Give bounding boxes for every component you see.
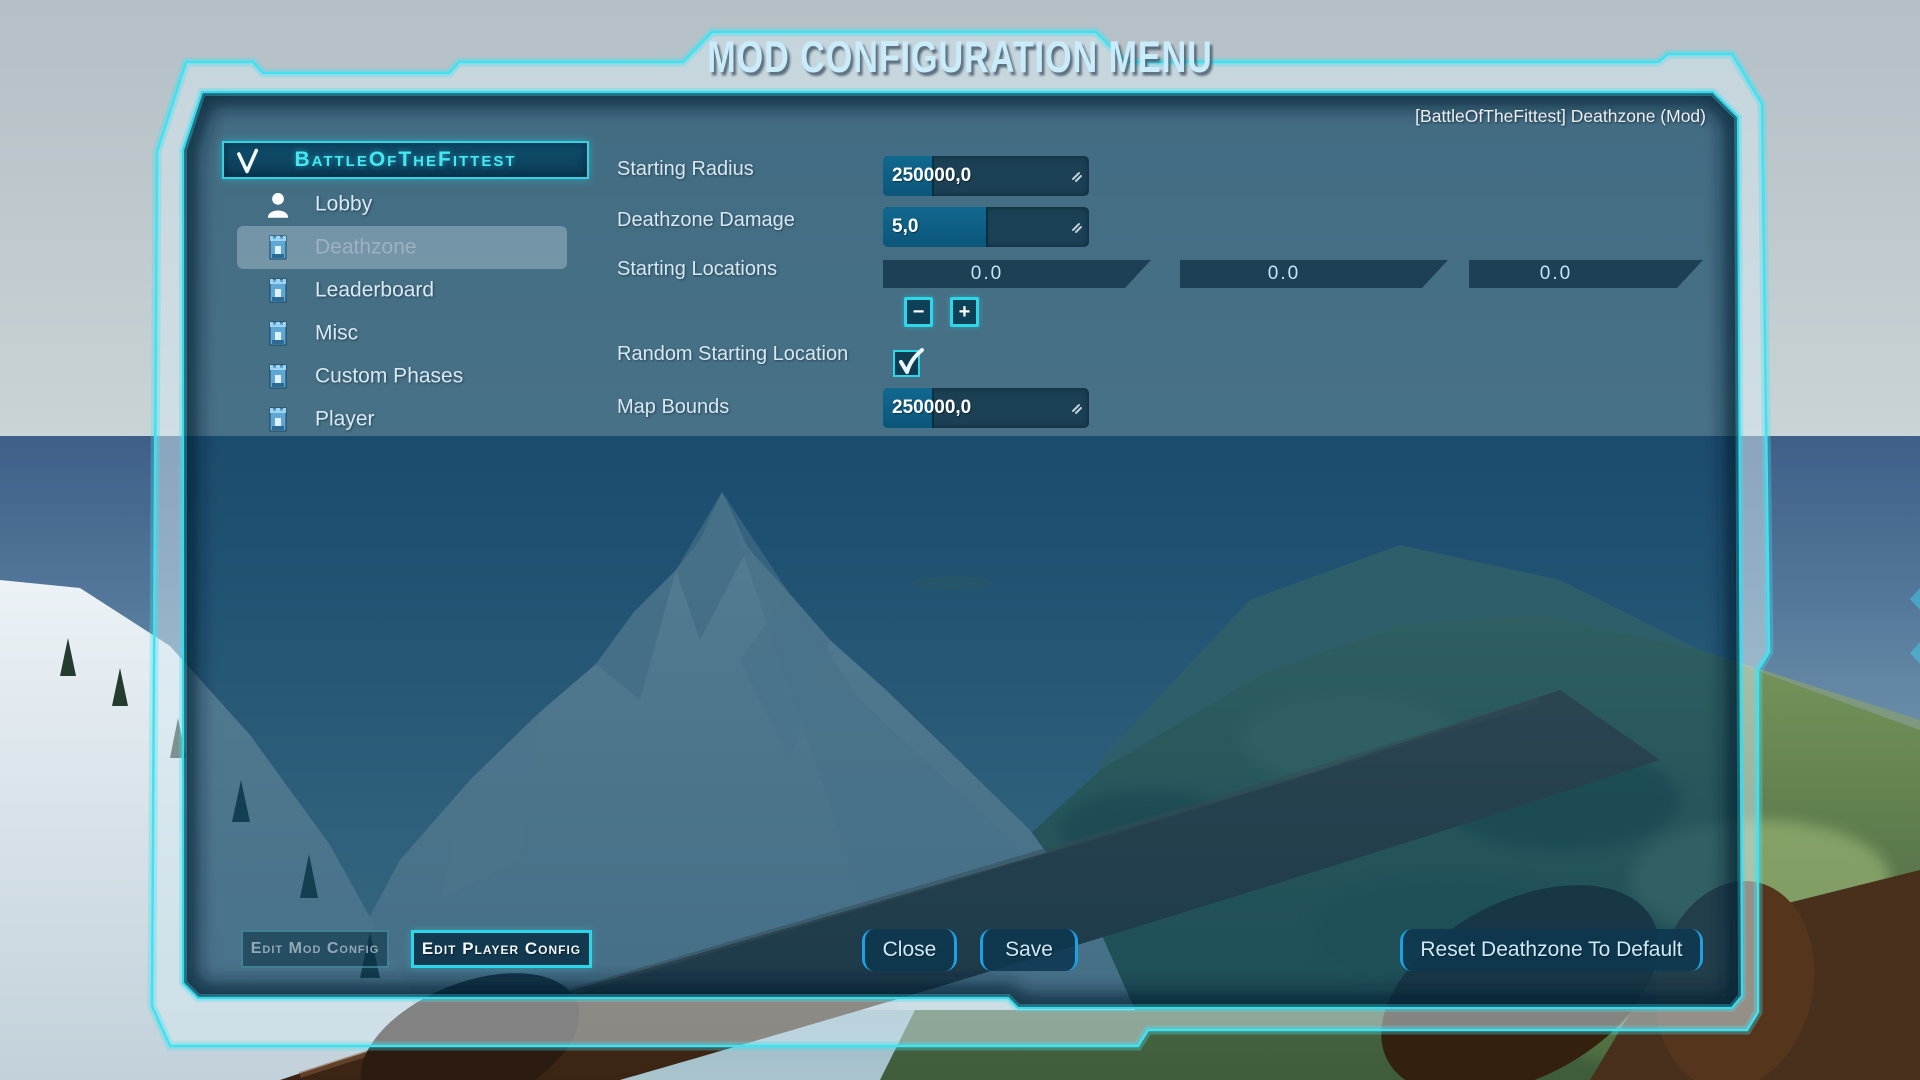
sidebar-item-deathzone[interactable]: Deathzone (237, 226, 567, 269)
sidebar-item-leaderboard[interactable]: Leaderboard (237, 269, 567, 312)
sidebar-item-custom-phases[interactable]: Custom Phases (237, 355, 567, 398)
random-starting-location-checkbox[interactable] (893, 350, 920, 377)
sidebar-item-label: Misc (315, 321, 358, 345)
castle-icon (265, 233, 291, 262)
field-label-map-bounds: Map Bounds (617, 396, 729, 419)
starting-location-value-1[interactable]: 0.0 (883, 260, 1151, 288)
edit-mod-config-button[interactable]: Edit Mod Config (241, 930, 389, 968)
castle-icon (265, 362, 291, 391)
location-value: 0.0 (971, 263, 1063, 285)
game-screen: MOD CONFIGURATION MENU [BattleOfTheFitte… (0, 0, 1920, 1080)
field-label-starting-radius: Starting Radius (617, 158, 754, 181)
sidebar-item-player[interactable]: Player (237, 398, 567, 441)
location-value: 0.0 (1540, 263, 1632, 285)
sidebar-item-label: Deathzone (315, 235, 417, 259)
castle-icon (265, 319, 291, 348)
edit-player-config-button[interactable]: Edit Player Config (411, 930, 592, 968)
sidebar-item-misc[interactable]: Misc (237, 312, 567, 355)
sidebar-item-label: Leaderboard (315, 278, 434, 302)
map-bounds-input[interactable]: 250000,0 (883, 388, 1089, 428)
reset-deathzone-button[interactable]: Reset Deathzone To Default (1400, 929, 1703, 971)
castle-icon (265, 405, 291, 434)
person-icon (265, 190, 291, 219)
page-title: MOD CONFIGURATION MENU (707, 33, 1213, 84)
chevron-down-icon (233, 147, 261, 175)
close-button[interactable]: Close (862, 929, 957, 971)
save-button[interactable]: Save (980, 929, 1078, 971)
starting-radius-input[interactable]: 250000,0 (883, 156, 1089, 196)
sidebar-item-label: Player (315, 407, 375, 431)
mod-selector-dropdown[interactable]: BattleOfTheFittest (222, 141, 589, 179)
field-label-deathzone-damage: Deathzone Damage (617, 209, 795, 232)
spinbox-drag-icon (1070, 221, 1083, 234)
starting-location-value-3[interactable]: 0.0 (1469, 260, 1703, 288)
field-label-starting-locations: Starting Locations (617, 258, 777, 281)
sidebar-item-label: Custom Phases (315, 364, 463, 388)
remove-location-button[interactable]: − (904, 297, 933, 327)
deathzone-damage-value: 5,0 (892, 207, 918, 247)
check-icon (895, 346, 927, 378)
mod-context-label: [BattleOfTheFittest] Deathzone (Mod) (1415, 106, 1706, 127)
castle-icon (265, 276, 291, 305)
spinbox-drag-icon (1070, 170, 1083, 183)
field-label-random-starting-location: Random Starting Location (617, 343, 848, 366)
map-bounds-value: 250000,0 (892, 388, 971, 428)
starting-radius-value: 250000,0 (892, 156, 971, 196)
mod-selector-label: BattleOfTheFittest (294, 148, 516, 172)
add-location-button[interactable]: + (950, 297, 979, 327)
location-value: 0.0 (1268, 263, 1360, 285)
starting-location-value-2[interactable]: 0.0 (1180, 260, 1448, 288)
spinbox-drag-icon (1070, 402, 1083, 415)
sidebar-item-label: Lobby (315, 192, 372, 216)
deathzone-damage-input[interactable]: 5,0 (883, 207, 1089, 247)
sidebar-item-lobby[interactable]: Lobby (237, 183, 567, 226)
